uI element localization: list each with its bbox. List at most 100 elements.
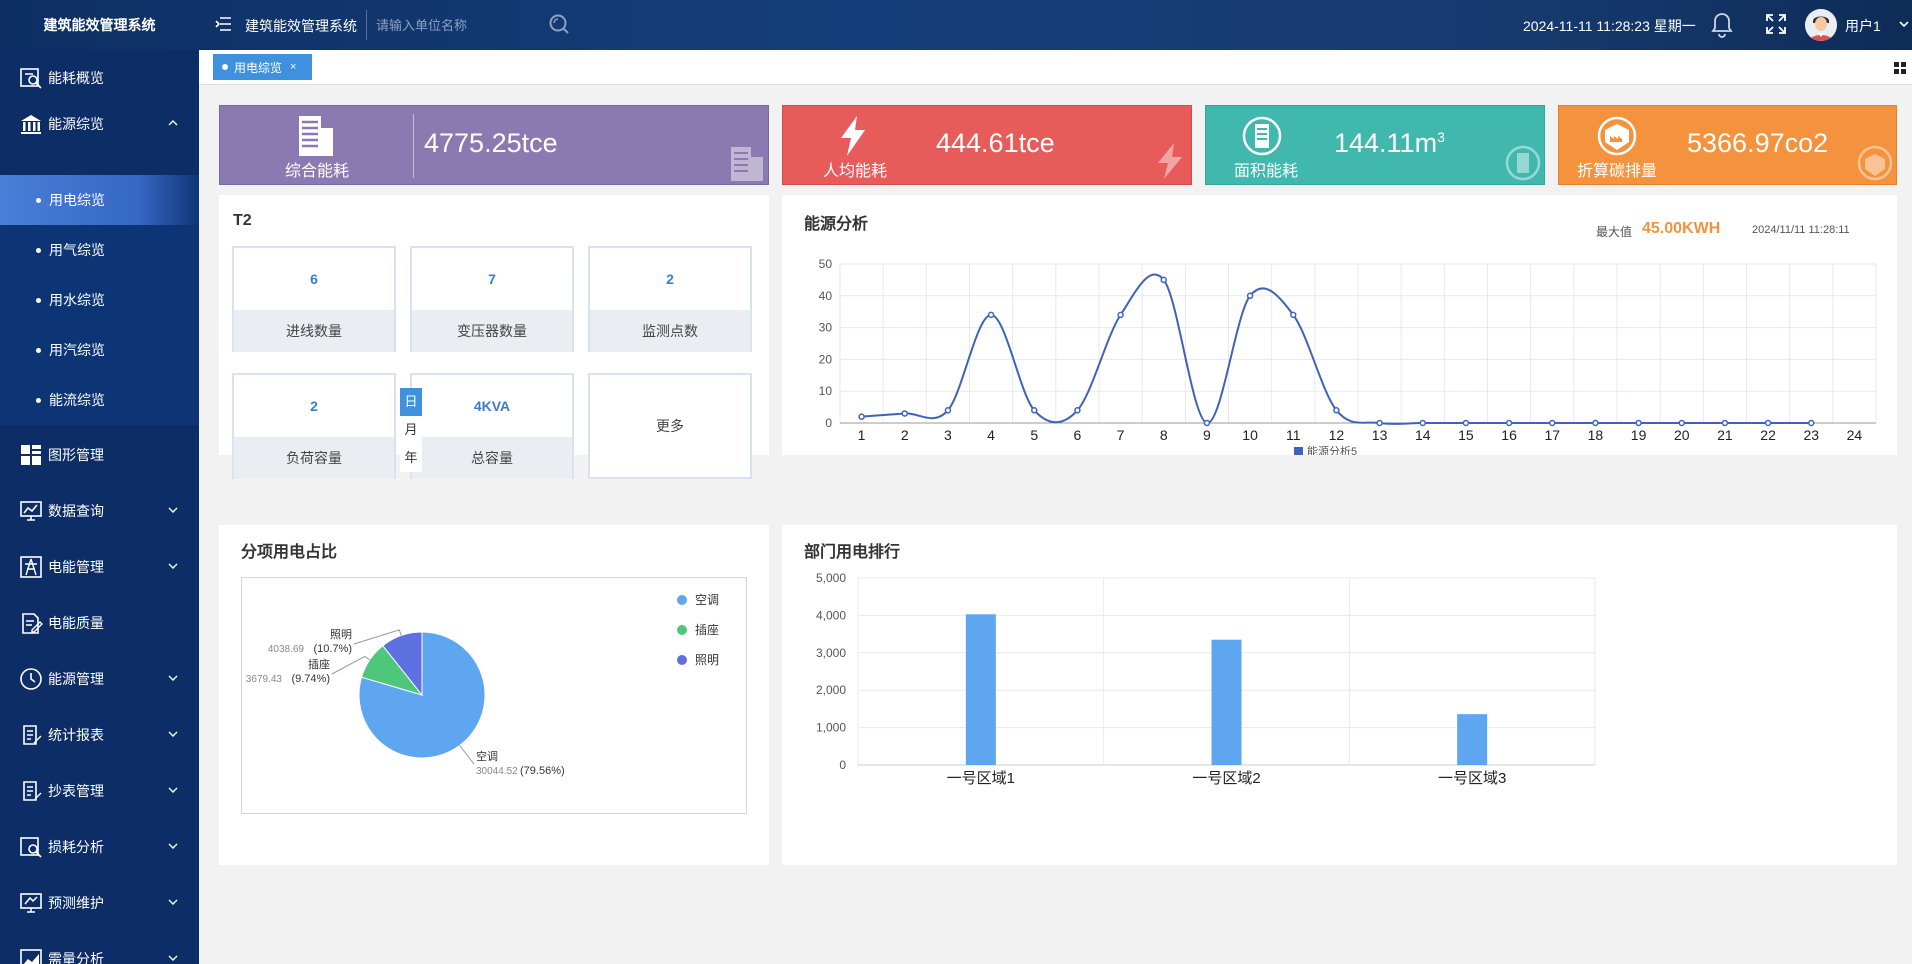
document-building-icon	[1505, 145, 1541, 181]
chevron-down-icon	[168, 675, 178, 681]
avatar[interactable]	[1805, 9, 1837, 41]
sidebar-item-label: 能耗概览	[48, 70, 104, 86]
pie-label-name: 插座	[308, 657, 330, 671]
stat-card[interactable]: 6 进线数量	[232, 246, 396, 352]
x-tick-label: 一号区域1	[947, 770, 1015, 787]
sidebar-item-power-quality[interactable]: 电能质量	[0, 598, 199, 648]
sidebar-subitem-gas[interactable]: 用气综览	[0, 225, 199, 275]
tab-bar: 用电综览 ×	[199, 50, 1912, 85]
menu-toggle-icon[interactable]	[215, 15, 233, 33]
sidebar-item-loss-analysis[interactable]: 损耗分析	[0, 822, 199, 872]
user-name[interactable]: 用户1	[1845, 16, 1881, 36]
sidebar-item-energy-review[interactable]: 能源综览	[0, 99, 199, 149]
x-tick-label: 14	[1415, 427, 1431, 443]
series-line	[861, 273, 1812, 425]
more-button[interactable]: 更多	[588, 373, 752, 479]
date-toggle-year[interactable]: 年	[400, 444, 422, 472]
sidebar-subitem-energy-flow[interactable]: 能流综览	[0, 375, 199, 425]
building-icon	[299, 116, 333, 156]
x-tick-label: 2	[901, 427, 909, 443]
datetime-display: 2024-11-11 11:28:23 星期一	[1523, 18, 1696, 34]
sidebar: 能耗概览 能源综览 用电综览 用气综览 用水综览 用汽综览 能流综览 图形管理 …	[0, 50, 199, 964]
data-point	[1117, 311, 1124, 319]
x-tick-label: 21	[1717, 427, 1733, 443]
stat-card[interactable]: 7 变压器数量	[410, 246, 574, 352]
stat-label: 进线数量	[234, 310, 394, 352]
search-icon[interactable]	[548, 13, 570, 35]
tab-electricity-overview[interactable]: 用电综览 ×	[213, 54, 312, 80]
x-tick-label: 12	[1329, 427, 1345, 443]
kpi-label: 人均能耗	[823, 163, 888, 180]
legend-label: 照明	[695, 653, 719, 667]
chevron-down-icon	[168, 507, 178, 513]
pie-label-percent: (79.56%)	[520, 765, 565, 777]
data-point	[1678, 419, 1685, 427]
x-tick-label: 4	[987, 427, 995, 443]
sidebar-item-meter-reading[interactable]: 抄表管理	[0, 766, 199, 816]
stat-card[interactable]: 2 监测点数	[588, 246, 752, 352]
pie-label-value: 4038.69	[268, 644, 305, 655]
kpi-value: 444.61tce	[936, 128, 1055, 158]
data-point	[1549, 419, 1556, 427]
search-input[interactable]	[376, 14, 536, 36]
sidebar-item-graphics[interactable]: 图形管理	[0, 430, 199, 480]
y-tick-label: 0	[825, 416, 832, 430]
sidebar-item-power-management[interactable]: 电能管理	[0, 542, 199, 592]
bullet-icon	[36, 247, 41, 253]
data-point	[1160, 276, 1167, 284]
kpi-total-energy: 综合能耗 4775.25tce	[219, 105, 769, 185]
data-point	[1635, 419, 1642, 427]
legend-swatch	[677, 625, 687, 635]
chevron-down-icon	[168, 731, 178, 737]
date-toggle-month[interactable]: 月	[400, 416, 422, 444]
sidebar-item-label: 统计报表	[48, 727, 104, 743]
fullscreen-icon[interactable]	[1765, 13, 1787, 35]
sidebar-subitem-water[interactable]: 用水综览	[0, 275, 199, 325]
bell-icon[interactable]	[1710, 12, 1734, 38]
legend-swatch	[677, 655, 687, 665]
chevron-down-icon	[168, 955, 178, 961]
document-building-icon	[1242, 116, 1282, 156]
sidebar-subitem-steam[interactable]: 用汽综览	[0, 325, 199, 375]
sidebar-item-predictive-maintenance[interactable]: 预测维护	[0, 878, 199, 928]
date-toggle-day[interactable]: 日	[400, 388, 422, 416]
bullet-icon	[36, 347, 41, 353]
tab-close-icon[interactable]: ×	[290, 61, 296, 73]
x-tick-label: 18	[1588, 427, 1604, 443]
x-tick-label: 1	[858, 427, 866, 443]
y-tick-label: 4,000	[816, 608, 846, 622]
panel-title: 分项用电占比	[241, 544, 338, 561]
sidebar-item-label: 能源综览	[48, 116, 104, 132]
sidebar-item-label: 损耗分析	[48, 839, 104, 855]
sidebar-item-label: 预测维护	[48, 895, 104, 911]
kpi-label: 面积能耗	[1234, 163, 1299, 180]
sidebar-item-energy-management[interactable]: 能源管理	[0, 654, 199, 704]
stat-card[interactable]: 4KVA 总容量	[410, 373, 574, 479]
data-point	[987, 311, 995, 319]
chevron-down-icon[interactable]	[1898, 18, 1910, 30]
main-content: 用电综览 × 综合能耗 4775.25tce 人均能耗 444.61tce 面积…	[199, 50, 1912, 964]
sidebar-subitem-electricity[interactable]: 用电综览	[0, 175, 199, 225]
sidebar-subitem-label: 用汽综览	[49, 342, 105, 358]
stat-card[interactable]: 2 负荷容量	[232, 373, 396, 479]
building-columns-icon	[18, 111, 44, 137]
sidebar-item-energy-overview[interactable]: 能耗概览	[0, 53, 199, 103]
sidebar-item-demand-analysis[interactable]: 需量分析	[0, 934, 199, 964]
x-tick-label: 3	[944, 427, 952, 443]
sidebar-item-statistics-report[interactable]: 统计报表	[0, 710, 199, 760]
legend-label: 能源分析5	[1307, 444, 1357, 455]
sidebar-subitem-label: 能流综览	[49, 392, 105, 408]
x-tick-label: 24	[1847, 427, 1863, 443]
sidebar-item-data-query[interactable]: 数据查询	[0, 486, 199, 536]
x-tick-label: 19	[1631, 427, 1647, 443]
grid-icon	[18, 442, 44, 468]
pie-chart: 空调 30044.52 (79.56%) 插座 3679.43 (9.74%) 照明 4038…	[246, 593, 719, 777]
divider	[366, 10, 367, 40]
bullet-icon	[36, 397, 41, 403]
y-tick-label: 20	[819, 352, 833, 366]
apps-grid-icon[interactable]	[1894, 62, 1906, 74]
data-point	[901, 410, 908, 417]
t2-panel: T2 6 进线数量 7 变压器数量 2 监测点数 2 负荷容量 4KVA 总容量 更多	[219, 195, 769, 479]
kpi-value: 4775.25tce	[424, 128, 558, 158]
kpi-value: 5366.97co2	[1687, 128, 1829, 158]
